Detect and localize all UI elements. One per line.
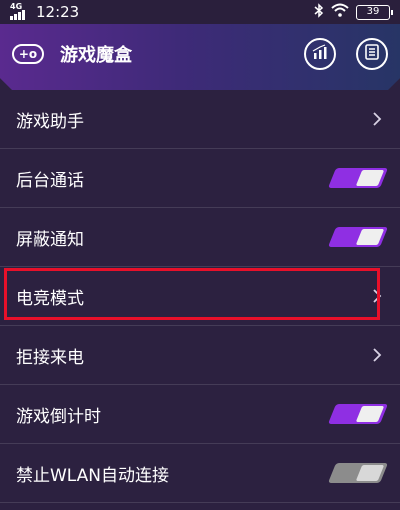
wifi-icon [331, 3, 349, 21]
setting-game-countdown: 游戏倒计时 [0, 385, 400, 444]
chevron-right-icon [370, 110, 384, 128]
status-bar: 4G 12:23 39 [0, 0, 400, 24]
battery-level: 39 [366, 5, 380, 17]
setting-label: 禁止WLAN自动连接 [16, 465, 170, 486]
stats-button[interactable] [304, 38, 336, 70]
game-countdown-toggle[interactable] [327, 404, 389, 424]
setting-label: 游戏倒计时 [16, 406, 101, 427]
background-call-toggle[interactable] [327, 168, 389, 188]
setting-background-call: 后台通话 [0, 149, 400, 208]
wlan-autoconnect-toggle[interactable] [327, 463, 389, 483]
page-title: 游戏魔盒 [60, 45, 132, 66]
gamepad-back-icon[interactable]: +o [12, 44, 44, 64]
chevron-right-icon [370, 287, 384, 305]
settings-list: 游戏助手 后台通话 屏蔽通知 电竞模式 拒接来电 游戏倒计时 禁止WLAN自动连… [0, 90, 400, 503]
bluetooth-icon [314, 2, 324, 22]
block-notifications-toggle[interactable] [327, 227, 389, 247]
setting-esports-mode[interactable]: 电竞模式 [0, 267, 400, 326]
bar-chart-icon [312, 44, 328, 64]
battery-indicator: 39 [356, 4, 393, 20]
chevron-right-icon [370, 346, 384, 364]
setting-disable-wlan-autoconnect: 禁止WLAN自动连接 [0, 444, 400, 503]
setting-label: 游戏助手 [16, 111, 84, 132]
setting-label: 后台通话 [16, 170, 84, 191]
app-header: +o 游戏魔盒 [0, 24, 400, 90]
signal-icon: 4G [10, 2, 30, 20]
notes-button[interactable] [356, 38, 388, 70]
setting-label: 屏蔽通知 [16, 229, 84, 250]
status-time: 12:23 [36, 3, 80, 21]
document-icon [365, 44, 379, 64]
screen: 4G 12:23 39 +o 游戏魔盒 游戏助手 后台通话 屏蔽通知 电竞模式 … [0, 0, 400, 510]
setting-reject-calls[interactable]: 拒接来电 [0, 326, 400, 385]
setting-block-notifications: 屏蔽通知 [0, 208, 400, 267]
setting-label: 电竞模式 [16, 288, 84, 309]
setting-label: 拒接来电 [16, 347, 84, 368]
setting-game-assistant[interactable]: 游戏助手 [0, 90, 400, 149]
